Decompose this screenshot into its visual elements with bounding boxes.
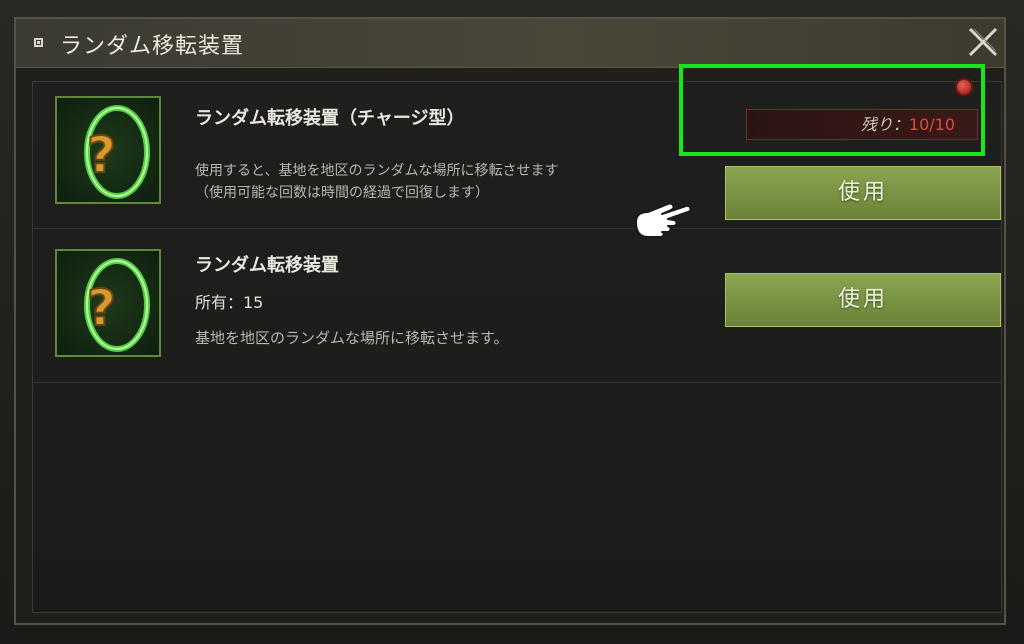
item-description: 基地を地区のランダムな場所に移転させます。: [195, 329, 509, 347]
question-portal-icon: ?: [55, 249, 161, 357]
title-marker-icon: [34, 38, 43, 47]
svg-text:?: ?: [87, 126, 116, 184]
svg-text:?: ?: [87, 279, 116, 337]
item-name: ランダム転移装置: [195, 255, 339, 276]
item-description-line1: 使用すると、基地を地区のランダムな場所に移転させます: [195, 163, 559, 179]
list-item: ? ランダム転移装置 所有：15 基地を地区のランダムな場所に移転させます。 使…: [33, 229, 1001, 383]
random-relocation-dialog: ランダム移転装置 ? ランダム転移装置（チャージ型） 使用すると、基地を地区のラ…: [14, 17, 1006, 625]
remaining-uses: 残り：10/10: [746, 109, 978, 140]
notification-badge: [955, 78, 973, 96]
item-description-line2: （使用可能な回数は時間の経過で回復します）: [195, 185, 489, 201]
remaining-value: 10/10: [908, 115, 955, 134]
question-portal-icon: ?: [55, 96, 161, 204]
remaining-label: 残り：: [860, 115, 909, 134]
use-button[interactable]: 使用: [725, 273, 1001, 327]
item-name: ランダム転移装置（チャージ型）: [195, 108, 465, 129]
use-button[interactable]: 使用: [725, 166, 1001, 220]
owned-count: 所有：15: [195, 293, 264, 312]
game-screen: ランダム移転装置 ? ランダム転移装置（チャージ型） 使用すると、基地を地区のラ…: [0, 0, 1024, 644]
pointing-hand-icon: [635, 202, 692, 238]
item-list: ? ランダム転移装置（チャージ型） 使用すると、基地を地区のランダムな場所に移転…: [32, 81, 1002, 613]
dialog-titlebar: ランダム移転装置: [16, 19, 1004, 68]
close-icon: [968, 27, 998, 57]
dialog-title: ランダム移転装置: [60, 34, 245, 59]
close-button[interactable]: [966, 25, 1000, 59]
list-item: ? ランダム転移装置（チャージ型） 使用すると、基地を地区のランダムな場所に移転…: [33, 82, 1001, 229]
